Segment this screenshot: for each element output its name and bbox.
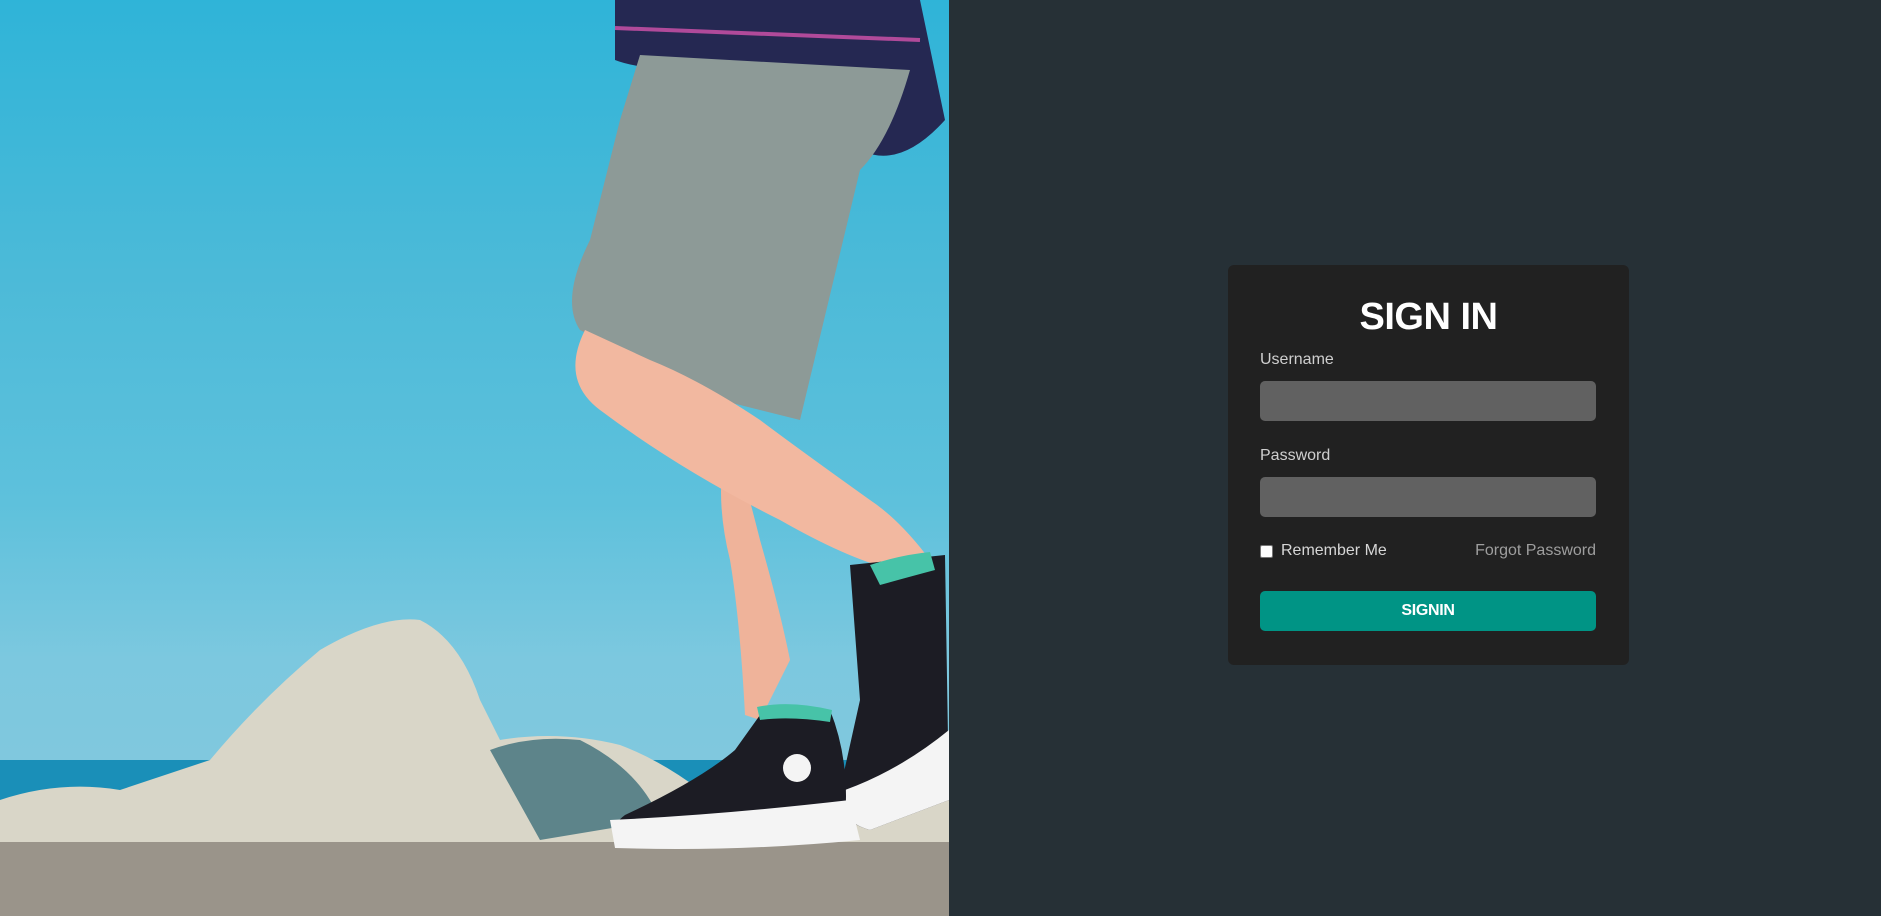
- options-row: Remember Me Forgot Password: [1260, 541, 1596, 561]
- remember-me[interactable]: Remember Me: [1260, 542, 1387, 560]
- signin-card: SIGN IN Username Password Remember Me Fo…: [1228, 265, 1629, 665]
- sneaker-star-patch: [783, 754, 811, 782]
- password-input[interactable]: [1260, 477, 1596, 517]
- hero-image: [0, 0, 949, 916]
- forgot-password-link[interactable]: Forgot Password: [1475, 542, 1596, 560]
- login-panel: SIGN IN Username Password Remember Me Fo…: [949, 0, 1881, 916]
- password-group: Password: [1260, 447, 1597, 517]
- username-label: Username: [1260, 351, 1334, 368]
- signin-title: SIGN IN: [1359, 296, 1498, 338]
- ground: [0, 842, 949, 916]
- remember-me-checkbox[interactable]: [1260, 544, 1273, 558]
- remember-me-label: Remember Me: [1281, 542, 1387, 559]
- signin-button[interactable]: SIGNIN: [1260, 591, 1596, 631]
- password-label: Password: [1260, 447, 1331, 464]
- username-input[interactable]: [1260, 381, 1596, 421]
- username-group: Username: [1260, 351, 1597, 421]
- hero-illustration: [0, 0, 949, 916]
